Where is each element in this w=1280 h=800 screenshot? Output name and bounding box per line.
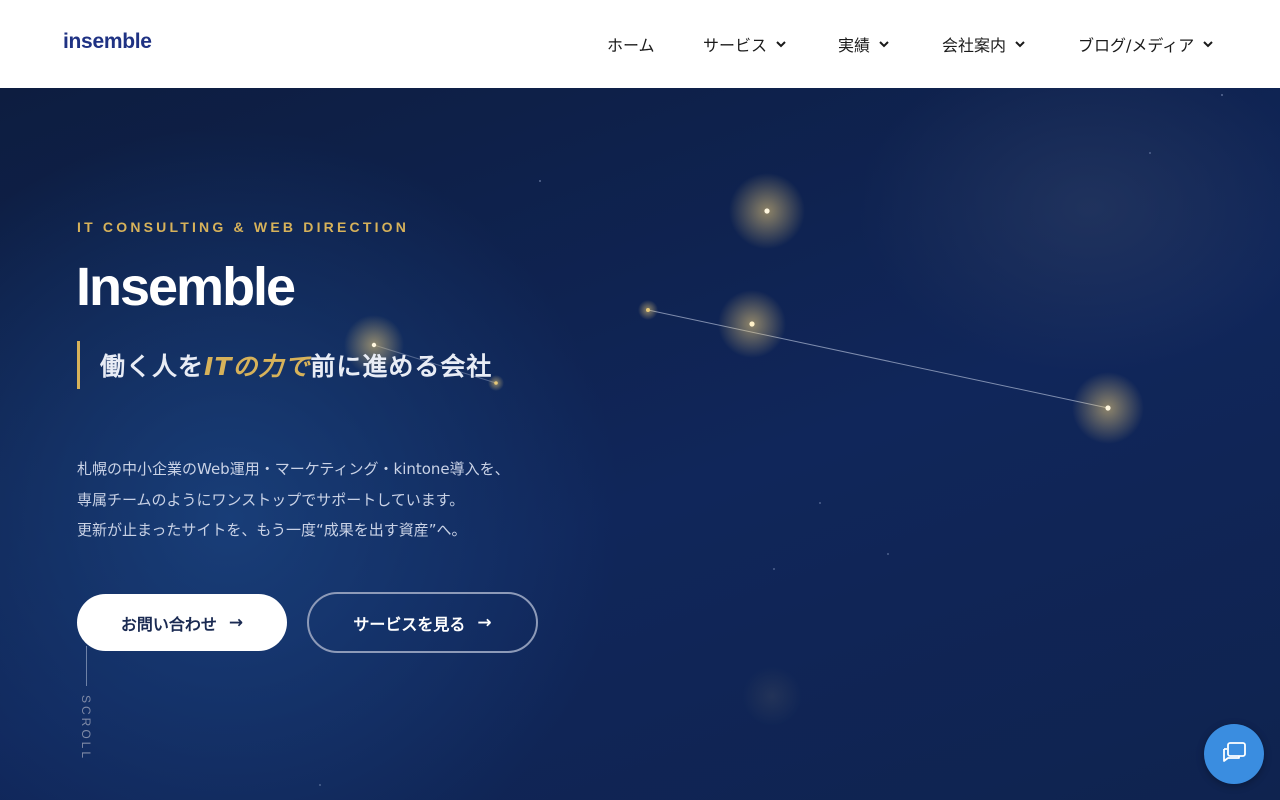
chat-icon	[1223, 742, 1246, 762]
contact-button-label: お問い合わせ	[120, 614, 217, 634]
nav-item-label: ホーム	[607, 36, 655, 55]
site-header: insemble ホーム サービス 実績 会社案内 ブログ/メディア	[0, 0, 1280, 88]
chevron-down-icon	[1015, 41, 1025, 48]
description-line: 札幌の中小企業のWeb運用・マーケティング・kintone導入を、	[77, 460, 510, 478]
hero-eyebrow: IT CONSULTING & WEB DIRECTION	[77, 219, 410, 235]
nav-item-label: 会社案内	[942, 36, 1007, 55]
nav-item-label: サービス	[703, 36, 768, 55]
nav-item-services[interactable]: サービス	[703, 32, 787, 56]
view-services-button-label: サービスを見る	[353, 614, 466, 634]
constellation-decoration	[319, 94, 1223, 786]
description-line: 更新が止まったサイトを、もう一度“成果を出す資産”へ。	[77, 521, 467, 539]
nav-item-label: 実績	[838, 36, 871, 55]
nav-item-works[interactable]: 実績	[838, 32, 890, 56]
scroll-indicator-label: SCROLL	[79, 695, 93, 762]
hero-description: 札幌の中小企業のWeb運用・マーケティング・kintone導入を、 専属チームの…	[77, 454, 637, 546]
hero-tagline: 働く人を ITの力で 前に進める会社	[77, 341, 492, 389]
site-logo[interactable]: insemble	[63, 30, 152, 54]
tagline-text: 前に進める会社	[310, 352, 493, 381]
nav-item-blog-media[interactable]: ブログ/メディア	[1078, 32, 1214, 56]
scroll-indicator-line	[86, 646, 87, 686]
arrow-right-icon: →	[228, 612, 244, 633]
nav-item-home[interactable]: ホーム	[607, 32, 655, 56]
arrow-right-icon: →	[477, 612, 492, 633]
tagline-text: 働く人を	[100, 352, 205, 381]
chevron-down-icon	[1203, 41, 1213, 48]
nav-item-company[interactable]: 会社案内	[942, 32, 1026, 56]
tagline-accent: ITの力で	[204, 352, 311, 381]
hero-section: IT CONSULTING & WEB DIRECTION Insemble 働…	[0, 88, 1280, 800]
view-services-button[interactable]: サービスを見る →	[307, 592, 538, 653]
chevron-down-icon	[879, 41, 889, 48]
chevron-down-icon	[776, 41, 786, 48]
description-line: 専属チームのようにワンストップでサポートしています。	[77, 490, 465, 509]
nav-item-label: ブログ/メディア	[1078, 36, 1195, 55]
contact-button[interactable]: お問い合わせ →	[77, 594, 287, 651]
chat-button[interactable]	[1204, 724, 1264, 784]
hero-title: Insemble	[76, 257, 296, 317]
